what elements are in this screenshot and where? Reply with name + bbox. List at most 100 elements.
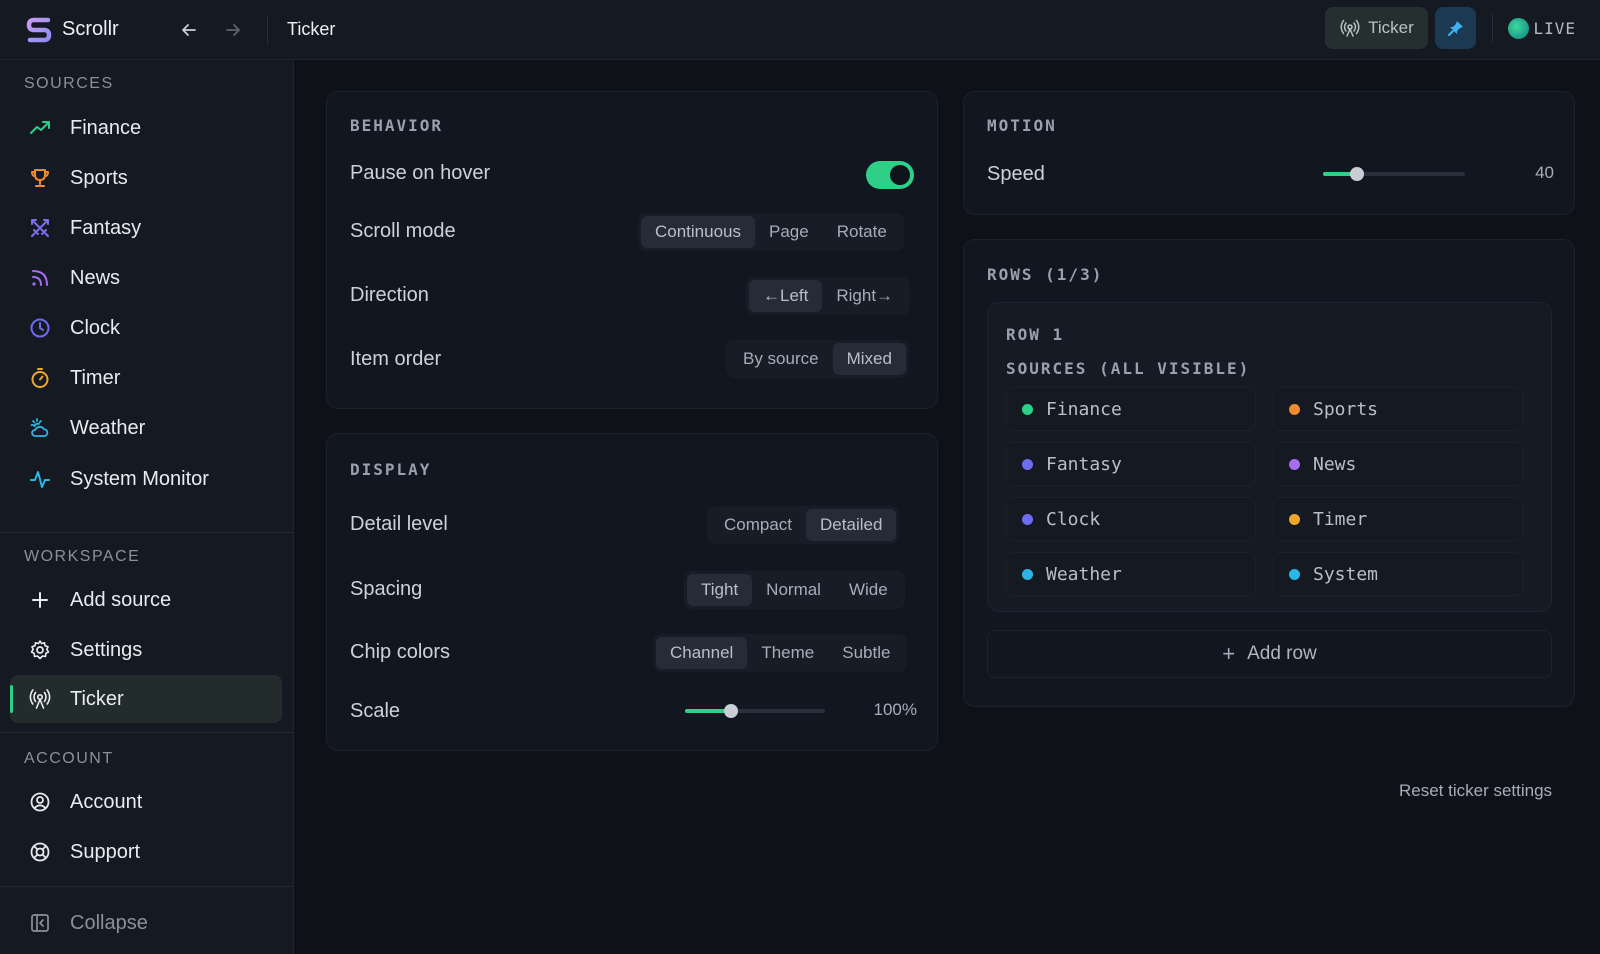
scroll-mode-label: Scroll mode (350, 220, 456, 242)
broadcast-icon (28, 687, 52, 711)
sidebar-item-support[interactable]: Support (10, 828, 282, 876)
top-bar: Scrollr Ticker Ticker LIVE (0, 0, 1600, 60)
display-card: DISPLAY Detail level Compact Detailed Sp… (326, 433, 938, 751)
behavior-card: BEHAVIOR Pause on hover Scroll mode Cont… (326, 91, 938, 409)
chip-dot-icon (1289, 458, 1300, 470)
chip-dot-icon (1022, 568, 1033, 580)
scrollr-logo-icon (24, 15, 54, 45)
rows-card: ROWS (1/3) ROW 1 SOURCES (ALL VISIBLE) F… (963, 239, 1575, 707)
sidebar-item-system-monitor[interactable]: System Monitor (10, 455, 282, 503)
direction-right[interactable]: Right→ (822, 280, 907, 312)
scroll-mode-page[interactable]: Page (755, 216, 823, 248)
chip-dot-icon (1289, 513, 1300, 525)
spacing-normal[interactable]: Normal (752, 574, 835, 606)
speed-slider[interactable] (1323, 167, 1465, 181)
workspace-section-label: WORKSPACE (24, 548, 141, 565)
scroll-mode-segmented: Continuous Page Rotate (638, 213, 904, 251)
source-chip-finance[interactable]: Finance (1006, 387, 1256, 431)
spacing-tight[interactable]: Tight (687, 574, 753, 606)
source-chip-clock[interactable]: Clock (1006, 497, 1256, 541)
chip-dot-icon (1289, 403, 1300, 415)
scale-slider[interactable] (685, 704, 825, 718)
row-1-card: ROW 1 SOURCES (ALL VISIBLE) Finance Spor… (987, 302, 1552, 612)
item-order-label: Item order (350, 348, 442, 370)
detail-level-compact[interactable]: Compact (710, 509, 806, 541)
speed-label: Speed (987, 163, 1045, 185)
sidebar-item-weather[interactable]: Weather (10, 404, 282, 452)
motion-card: MOTION Speed 40 (963, 91, 1575, 215)
chip-colors-subtle[interactable]: Subtle (828, 637, 904, 669)
speed-value: 40 (1535, 163, 1554, 182)
item-order-mixed[interactable]: Mixed (832, 343, 906, 375)
page-title: Ticker (287, 19, 336, 39)
chip-colors-theme[interactable]: Theme (747, 637, 828, 669)
chip-colors-label: Chip colors (350, 641, 451, 663)
broadcast-icon (1340, 19, 1360, 37)
plus-icon (28, 588, 52, 612)
item-order-by-source[interactable]: By source (729, 343, 833, 375)
back-button[interactable] (175, 16, 203, 44)
direction-left[interactable]: ←Left (749, 280, 823, 312)
sidebar-item-settings[interactable]: Settings (10, 626, 282, 674)
detail-level-segmented: Compact Detailed (707, 506, 900, 544)
display-title: DISPLAY (350, 460, 432, 479)
rows-title: ROWS (1/3) (987, 265, 1104, 284)
sidebar-divider (0, 886, 294, 887)
direction-label: Direction (350, 284, 429, 306)
add-row-label: Add row (1247, 643, 1317, 664)
row-1-title: ROW 1 (1006, 325, 1065, 344)
chip-colors-channel[interactable]: Channel (656, 637, 748, 669)
sidebar-item-news[interactable]: News (10, 254, 282, 302)
pin-button[interactable] (1435, 7, 1477, 49)
source-chip-weather[interactable]: Weather (1006, 552, 1256, 596)
sidebar-item-fantasy[interactable]: Fantasy (10, 204, 282, 252)
scroll-mode-rotate[interactable]: Rotate (823, 216, 901, 248)
sidebar-item-clock[interactable]: Clock (10, 304, 282, 352)
motion-title: MOTION (987, 116, 1057, 135)
ticker-toggle-button[interactable]: Ticker (1325, 7, 1429, 49)
live-label: LIVE (1533, 18, 1576, 38)
scale-label: Scale (350, 700, 401, 722)
sidebar-item-add-source[interactable]: Add source (10, 576, 282, 624)
speed-slider-thumb[interactable] (1350, 167, 1365, 181)
sidebar-item-account[interactable]: Account (10, 778, 282, 826)
sidebar-item-finance[interactable]: Finance (10, 104, 282, 152)
spacing-wide[interactable]: Wide (835, 574, 902, 606)
plus-icon: + (1222, 641, 1236, 666)
sidebar-item-timer[interactable]: Timer (10, 354, 282, 402)
scale-slider-thumb[interactable] (724, 704, 739, 718)
add-row-button[interactable]: + Add row (987, 630, 1552, 678)
timer-icon (28, 366, 52, 390)
sidebar-divider (0, 532, 294, 533)
live-divider (1492, 14, 1494, 42)
sidebar-item-sports[interactable]: Sports (10, 154, 282, 202)
trending-up-icon (28, 116, 52, 140)
chip-dot-icon (1022, 403, 1033, 415)
detail-level-detailed[interactable]: Detailed (806, 509, 897, 541)
source-chip-timer[interactable]: Timer (1273, 497, 1523, 541)
app-name: Scrollr (62, 18, 119, 40)
pause-on-hover-toggle[interactable] (866, 161, 914, 189)
source-chip-news[interactable]: News (1273, 442, 1523, 486)
scale-value: 100% (873, 700, 917, 719)
chip-colors-segmented: Channel Theme Subtle (653, 634, 908, 672)
live-indicator: LIVE (1508, 17, 1576, 39)
trophy-icon (28, 166, 52, 190)
ticker-button-label: Ticker (1368, 18, 1414, 37)
source-chip-system[interactable]: System (1273, 552, 1523, 596)
source-chip-sports[interactable]: Sports (1273, 387, 1523, 431)
brand[interactable]: Scrollr (24, 15, 150, 45)
sidebar-item-ticker[interactable]: Ticker (10, 675, 282, 723)
scroll-mode-continuous[interactable]: Continuous (641, 216, 756, 248)
item-order-segmented: By source Mixed (726, 340, 909, 378)
spacing-segmented: Tight Normal Wide (684, 571, 905, 609)
source-chip-fantasy[interactable]: Fantasy (1006, 442, 1256, 486)
collapse-button[interactable]: Collapse (10, 899, 282, 947)
chip-dot-icon (1022, 513, 1033, 525)
activity-icon (28, 467, 52, 491)
forward-button[interactable] (219, 16, 247, 44)
sidebar: SOURCES Finance Sports Fantasy News Cloc… (0, 60, 294, 954)
sidebar-divider (0, 732, 294, 733)
chip-dot-icon (1022, 458, 1033, 470)
reset-ticker-settings-link[interactable]: Reset ticker settings (1399, 781, 1552, 801)
